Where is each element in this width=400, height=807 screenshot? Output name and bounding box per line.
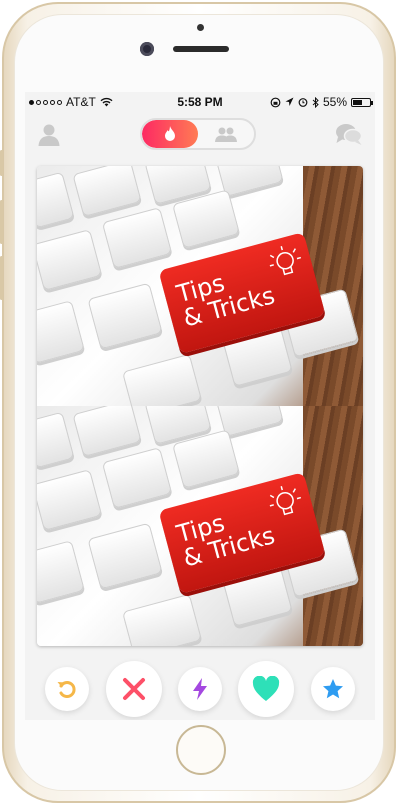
profile-card[interactable]: Tips & Tricks Tips & Tricks — [37, 166, 363, 646]
star-icon — [322, 679, 343, 699]
mute-switch — [0, 150, 3, 176]
lightbulb-icon — [269, 486, 302, 516]
volume-up-button — [0, 200, 3, 244]
battery-icon — [351, 97, 373, 107]
rotation-lock-icon — [270, 97, 281, 107]
home-button[interactable] — [176, 725, 226, 775]
tab-swipe[interactable] — [142, 120, 198, 148]
wifi-icon — [100, 97, 113, 107]
location-arrow-icon — [285, 97, 294, 106]
close-icon — [122, 678, 145, 700]
people-icon — [215, 127, 237, 142]
undo-icon — [57, 681, 76, 698]
alarm-icon — [298, 98, 308, 107]
front-camera — [140, 42, 154, 56]
earpiece-speaker — [173, 46, 229, 52]
rewind-button[interactable] — [45, 667, 90, 711]
like-button[interactable] — [238, 661, 295, 717]
chat-bubbles-icon[interactable] — [335, 122, 363, 146]
app-screen: AT&T 5:58 PM 55% Tips & Tricks Tips & Tr… — [25, 92, 375, 720]
top-nav — [25, 112, 375, 156]
boost-button[interactable] — [177, 667, 222, 711]
card-photo-bottom: Tips & Tricks — [37, 406, 363, 646]
signal-strength-icon — [29, 99, 62, 105]
action-bar — [25, 658, 375, 720]
volume-down-button — [0, 256, 3, 300]
lightning-icon — [192, 678, 207, 700]
super-like-button[interactable] — [310, 667, 355, 711]
mode-toggle[interactable] — [140, 118, 256, 150]
battery-fill — [353, 99, 362, 105]
heart-icon — [253, 676, 280, 701]
lightbulb-icon — [269, 246, 302, 276]
bluetooth-icon — [312, 96, 319, 108]
flame-icon — [165, 126, 175, 141]
status-bar: AT&T 5:58 PM 55% — [25, 92, 375, 112]
card-photo-top: Tips & Tricks — [37, 166, 363, 406]
carrier-label: AT&T — [66, 95, 96, 109]
proximity-sensor — [197, 24, 204, 31]
battery-percent: 55% — [322, 95, 347, 109]
profile-icon[interactable] — [37, 122, 61, 146]
tab-group[interactable] — [198, 120, 254, 148]
nope-button[interactable] — [105, 661, 162, 717]
